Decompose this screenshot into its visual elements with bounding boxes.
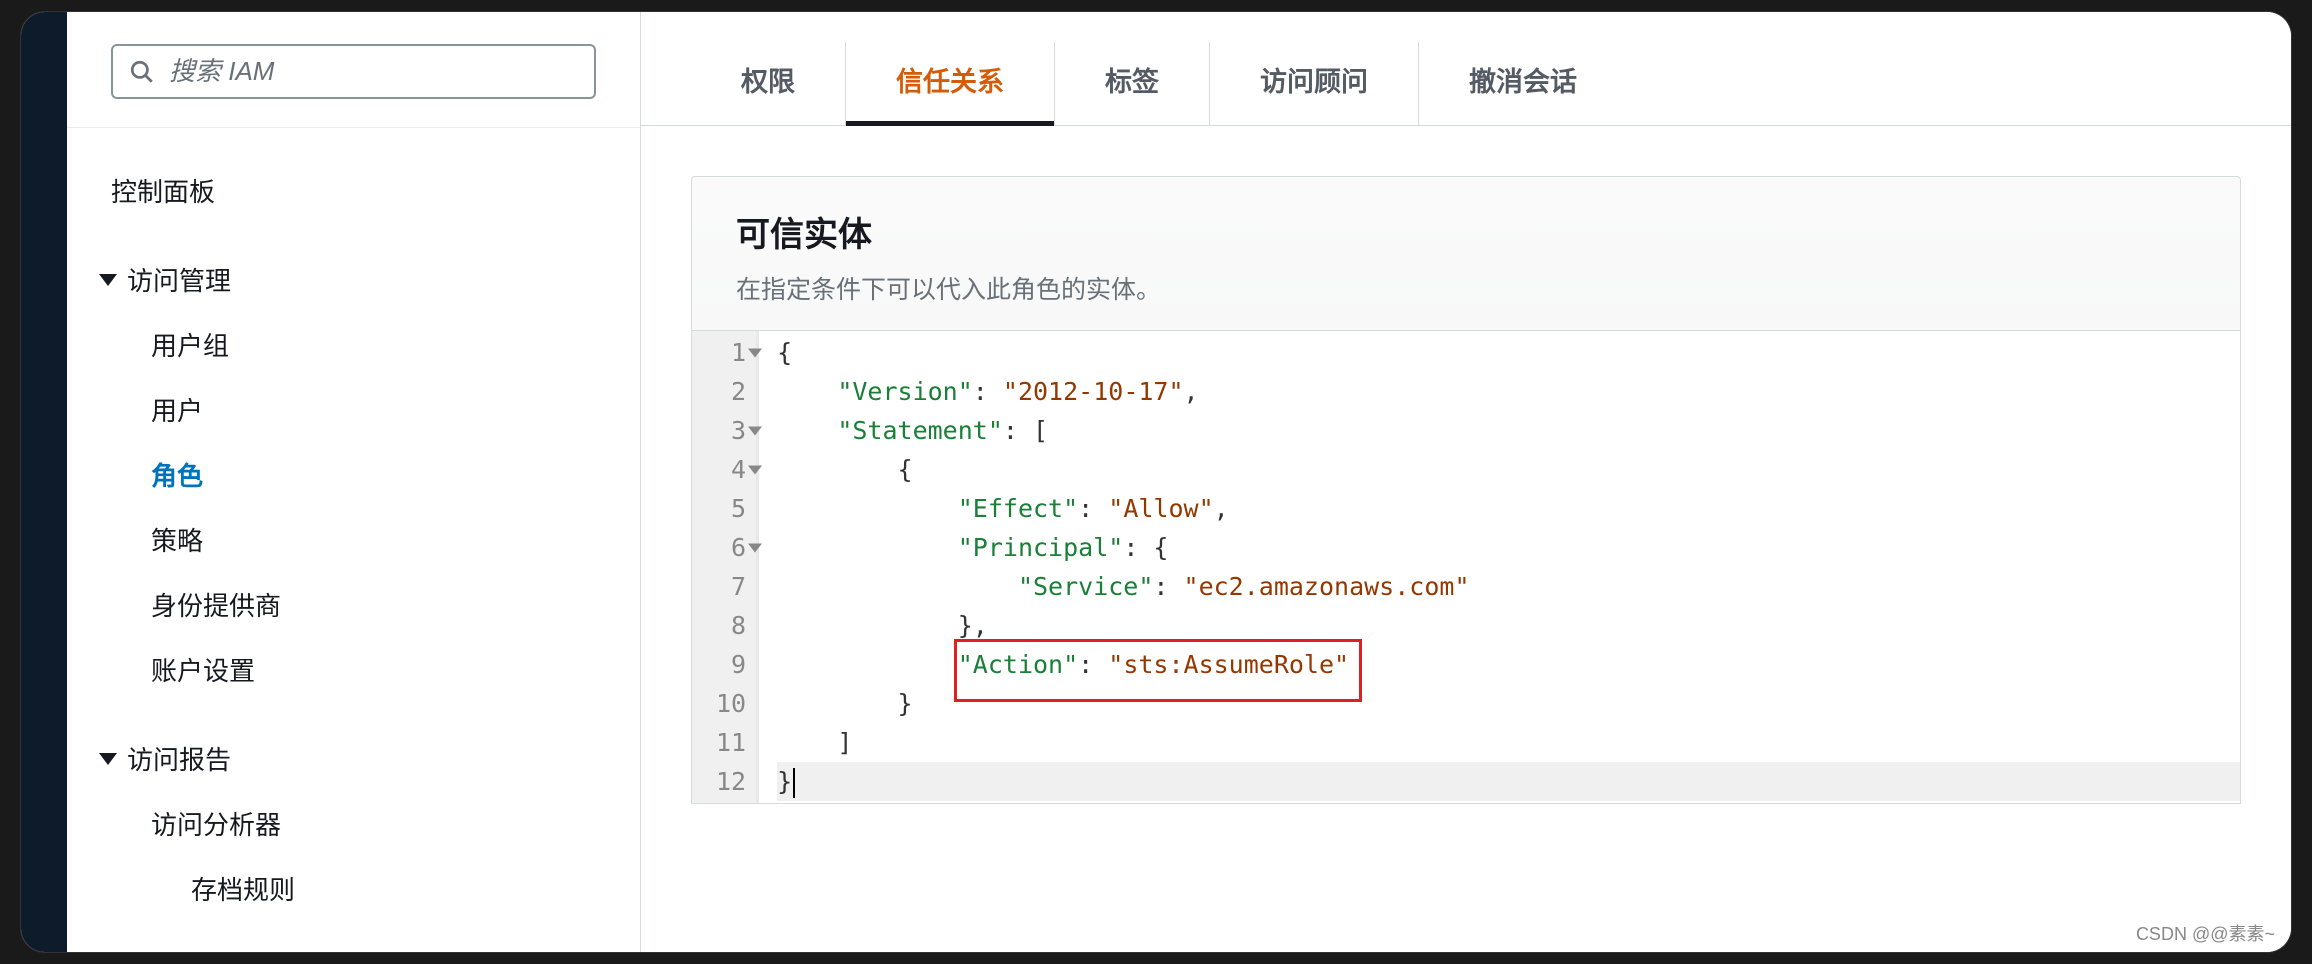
nav-section-label: 访问报告: [127, 740, 231, 777]
nav-item-archive-rules[interactable]: 存档规则: [67, 856, 640, 921]
watermark: CSDN @@素素~: [2136, 920, 2275, 946]
search-input[interactable]: [169, 56, 578, 87]
nav-list: 控制面板 访问管理 用户组 用户 角色 策略 身份提供商 账户设置 访问报告 访…: [67, 128, 640, 921]
nav-item-users[interactable]: 用户: [67, 377, 640, 442]
tab-tags[interactable]: 标签: [1055, 42, 1210, 125]
nav-item-roles[interactable]: 角色: [67, 442, 640, 507]
nav-section-access-mgmt[interactable]: 访问管理: [67, 247, 640, 312]
nav-item-user-groups[interactable]: 用户组: [67, 312, 640, 377]
nav-item-access-analyzer[interactable]: 访问分析器: [67, 791, 640, 856]
caret-down-icon: [99, 274, 117, 286]
tab-access-advisor[interactable]: 访问顾问: [1210, 42, 1419, 125]
nav-dashboard[interactable]: 控制面板: [67, 158, 640, 223]
tab-permissions[interactable]: 权限: [691, 42, 846, 125]
tabs-bar: 权限 信任关系 标签 访问顾问 撤消会话: [641, 12, 2291, 126]
sidebar: 控制面板 访问管理 用户组 用户 角色 策略 身份提供商 账户设置 访问报告 访…: [67, 12, 641, 952]
code-lines[interactable]: { "Version": "2012-10-17", "Statement": …: [759, 331, 2240, 803]
search-icon: [129, 59, 155, 85]
tab-trust-relationships[interactable]: 信任关系: [846, 42, 1055, 125]
tab-revoke-sessions[interactable]: 撤消会话: [1419, 42, 1627, 125]
nav-section-label: 访问管理: [127, 261, 231, 298]
dark-strip: [21, 12, 67, 952]
code-gutter: 123456789101112: [692, 331, 759, 803]
search-box[interactable]: [111, 44, 596, 99]
panel-subtitle: 在指定条件下可以代入此角色的实体。: [736, 270, 2196, 306]
panel-title: 可信实体: [736, 207, 2196, 256]
caret-down-icon: [99, 753, 117, 765]
main-content: 权限 信任关系 标签 访问顾问 撤消会话 可信实体 在指定条件下可以代入此角色的…: [641, 12, 2291, 952]
code-editor[interactable]: 123456789101112 { "Version": "2012-10-17…: [692, 330, 2240, 803]
trusted-entities-panel: 可信实体 在指定条件下可以代入此角色的实体。 123456789101112 {…: [691, 176, 2241, 804]
nav-item-policies[interactable]: 策略: [67, 507, 640, 572]
nav-section-access-report[interactable]: 访问报告: [67, 726, 640, 791]
nav-item-account-settings[interactable]: 账户设置: [67, 637, 640, 702]
nav-item-identity-providers[interactable]: 身份提供商: [67, 572, 640, 637]
